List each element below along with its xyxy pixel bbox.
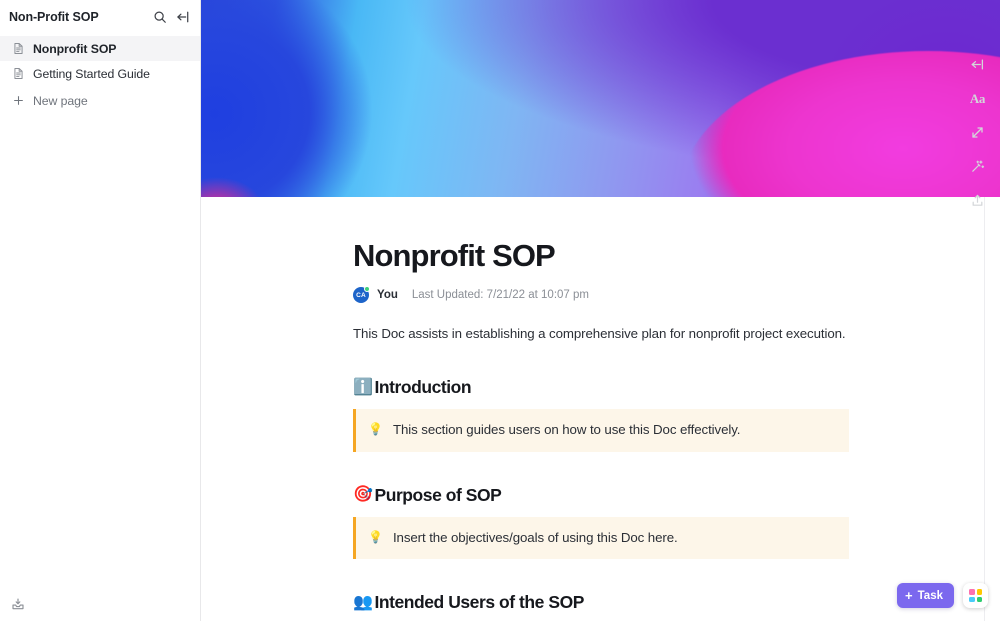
author-label: You [377,289,398,301]
callout-purpose-of-sop[interactable]: 💡 Insert the objectives/goals of using t… [353,517,849,560]
app-root: Non-Profit SOP [0,0,1000,621]
apps-grid-icon [969,589,982,602]
workspace-title: Non-Profit SOP [9,10,153,24]
avatar[interactable]: CA [353,287,369,303]
collapse-right-icon[interactable] [969,56,986,73]
sidebar-page-list: Nonprofit SOP Getting Started Guide [0,36,200,113]
magic-wand-icon[interactable] [969,158,986,175]
plus-icon: + [905,589,913,602]
info-emoji-icon: ℹ️ [353,380,372,396]
document-column: Nonprofit SOP CA You Last Updated: 7/21/… [353,239,849,613]
document-meta: CA You Last Updated: 7/21/22 at 10:07 pm [353,287,849,303]
main-content: Nonprofit SOP CA You Last Updated: 7/21/… [201,0,1000,621]
section-heading-purpose-of-sop[interactable]: 🎯 Purpose of SOP [353,485,849,506]
people-emoji-icon: 👥 [353,595,372,611]
online-status-dot [364,286,370,292]
target-emoji-icon: 🎯 [353,487,372,503]
section-heading-text: Introduction [374,377,471,398]
search-icon[interactable] [153,10,167,24]
share-upload-icon[interactable] [969,192,986,209]
sidebar-header: Non-Profit SOP [0,0,200,33]
sidebar-footer [0,587,201,621]
section-heading-intended-users[interactable]: 👥 Intended Users of the SOP [353,592,849,613]
new-page-button[interactable]: New page [0,88,200,113]
callout-introduction[interactable]: 💡 This section guides users on how to us… [353,409,849,452]
expand-icon[interactable] [969,124,986,141]
callout-text: This section guides users on how to use … [393,422,740,439]
add-task-label: Task [918,590,943,602]
doc-cover-banner[interactable] [201,0,1000,197]
doc-icon [12,42,25,55]
apps-button[interactable] [963,583,988,608]
add-task-button[interactable]: + Task [897,583,954,608]
last-updated-label: Last Updated: 7/21/22 at 10:07 pm [412,289,589,301]
page-title[interactable]: Nonprofit SOP [353,239,849,273]
floating-action-row: + Task [897,583,988,608]
sidebar: Non-Profit SOP [0,0,201,621]
right-rail [984,197,1000,621]
sidebar-item-nonprofit-sop[interactable]: Nonprofit SOP [0,36,200,61]
plus-icon [12,94,25,107]
sidebar-item-label: Nonprofit SOP [33,42,116,56]
intro-paragraph[interactable]: This Doc assists in establishing a compr… [353,324,849,344]
document-body: Nonprofit SOP CA You Last Updated: 7/21/… [201,197,1000,613]
section-heading-introduction[interactable]: ℹ️ Introduction [353,377,849,398]
sidebar-header-actions [153,10,190,24]
lightbulb-icon: 💡 [368,422,383,437]
lightbulb-icon: 💡 [368,530,383,545]
text-format-icon[interactable]: Aa [969,90,986,107]
new-page-label: New page [33,94,88,108]
collapse-panel-icon[interactable] [176,10,190,24]
inbox-tray-icon[interactable] [11,597,25,611]
callout-text: Insert the objectives/goals of using thi… [393,530,678,547]
section-heading-text: Purpose of SOP [374,485,501,506]
doc-icon [12,67,25,80]
sidebar-item-label: Getting Started Guide [33,67,150,81]
section-heading-text: Intended Users of the SOP [374,592,583,613]
right-rail-actions: Aa [969,56,986,209]
sidebar-item-getting-started-guide[interactable]: Getting Started Guide [0,61,200,86]
